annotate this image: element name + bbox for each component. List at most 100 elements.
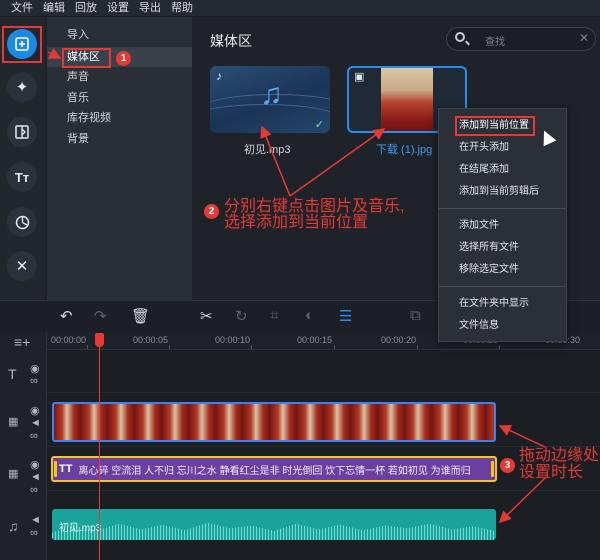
link-icon[interactable]: ∞	[30, 375, 38, 387]
highlight-box-add-current	[455, 116, 535, 136]
subnav-music[interactable]: 音乐	[47, 88, 192, 108]
clip-edge-handle-left[interactable]	[54, 461, 57, 477]
track-separator	[47, 446, 600, 447]
image-thumbnail	[381, 68, 433, 131]
highlight-box-1	[2, 26, 42, 63]
ruler-label: 00:00:05	[133, 335, 169, 345]
link-icon[interactable]: ∞	[30, 484, 38, 496]
video-track-icon: ▦	[8, 416, 19, 428]
text-icon[interactable]: Tт	[7, 162, 37, 192]
title-clip-text: 离心碎 空流泪 人不归 忘川之水 静看红尘是非 时光倒回 饮下忘情一杯 若如初见…	[78, 465, 471, 477]
media-item-audio[interactable]: ♪ ♫ ✓	[210, 66, 330, 133]
eye-icon[interactable]: ◉	[30, 404, 40, 417]
clock-icon[interactable]	[7, 207, 37, 237]
ruler-label: 00:00:00	[51, 335, 87, 345]
ctx-separator	[439, 286, 566, 287]
speaker-icon[interactable]: ◄	[30, 471, 41, 483]
link-icon[interactable]: ∞	[30, 430, 38, 442]
ctx-select-all[interactable]: 选择所有文件	[439, 238, 566, 258]
title-clip[interactable]: TT 离心碎 空流泪 人不归 忘川之水 静看红尘是非 时光倒回 饮下忘情一杯 若…	[51, 456, 497, 482]
menu-file[interactable]: 文件	[8, 0, 40, 17]
ctx-add-at-end[interactable]: 在结尾添加	[439, 160, 566, 180]
ruler-label: 00:00:20	[381, 335, 417, 345]
clear-icon[interactable]: ✕	[579, 31, 589, 45]
eye-icon[interactable]: ◉	[30, 362, 40, 375]
audio-clip[interactable]: 初见.mp3	[52, 509, 496, 540]
clip-edge-handle-right[interactable]	[491, 461, 494, 477]
menu-edit[interactable]: 编辑	[40, 0, 72, 17]
playhead-handle[interactable]	[95, 333, 104, 347]
subnav-stock-video[interactable]: 库存视频	[47, 108, 192, 128]
menu-settings[interactable]: 设置	[104, 0, 136, 17]
ctx-remove-selected[interactable]: 移除选定文件	[439, 260, 566, 280]
tools-icon[interactable]: ✕	[7, 251, 37, 281]
add-track-icon[interactable]: ≡+	[14, 334, 30, 350]
audio-clip-label: 初见.mp3	[59, 523, 102, 534]
ctx-add-after-clip[interactable]: 添加到当前剪辑后	[439, 182, 566, 202]
annotation-badge-2: 2	[204, 204, 219, 219]
ruler-tick	[499, 345, 500, 349]
check-icon: ✓	[314, 119, 324, 131]
annotation-badge-3: 3	[500, 458, 515, 473]
annotation-badge-1: 1	[116, 51, 131, 66]
speaker-icon[interactable]: ◄	[30, 417, 41, 429]
eye-icon[interactable]: ◉	[30, 458, 40, 471]
menu-export[interactable]: 导出	[136, 0, 168, 17]
ruler-label: 00:00:10	[215, 335, 251, 345]
track-separator	[47, 490, 600, 491]
clip-properties-icon[interactable]: ☰	[339, 307, 352, 325]
ruler-tick	[251, 345, 252, 349]
export-frame-icon[interactable]: ⧉	[410, 307, 421, 324]
subnav-import[interactable]: 导入	[47, 25, 192, 45]
tool-rail: ✦ Tт ✕	[0, 17, 45, 300]
redo-icon[interactable]: ↷	[94, 307, 107, 325]
ruler-tick	[87, 345, 88, 349]
ctx-file-info[interactable]: 文件信息	[439, 316, 566, 336]
undo-icon[interactable]: ↶	[60, 307, 73, 325]
subnav-sounds[interactable]: 声音	[47, 67, 192, 87]
playhead-line[interactable]	[99, 333, 100, 560]
search-placeholder: 查找	[485, 37, 505, 48]
magic-wand-icon[interactable]: ✦	[7, 72, 37, 102]
annotation-text-3-line2: 设置时长	[519, 464, 584, 481]
menu-help[interactable]: 帮助	[168, 0, 200, 17]
ctx-separator	[439, 208, 566, 209]
ctx-add-file[interactable]: 添加文件	[439, 216, 566, 236]
clock-glyph	[15, 215, 29, 229]
annotation-text-3-line1: 拖动边缘处	[519, 447, 600, 464]
search-field[interactable]: 查找 ✕	[446, 27, 596, 51]
track-separator	[47, 392, 600, 393]
crop-icon[interactable]: ⌗	[270, 307, 278, 324]
title-clip-icon: TT	[59, 463, 73, 475]
audio-waveform	[52, 522, 496, 540]
music-note-icon: ♪	[216, 69, 222, 83]
video-clip[interactable]	[52, 402, 496, 442]
ctx-show-in-folder[interactable]: 在文件夹中显示	[439, 294, 566, 314]
transition-icon[interactable]	[7, 117, 37, 147]
media-area-title: 媒体区	[210, 33, 252, 49]
title-track-icon: ▦	[8, 468, 19, 480]
video-editor-window: 文件 编辑 回放 设置 导出 帮助 ✦ Tт ✕ 导入 媒体区 声音 音乐 库存…	[0, 0, 600, 560]
music-note-large-icon: ♫	[260, 78, 283, 111]
ruler-tick	[334, 345, 335, 349]
search-icon	[455, 32, 465, 42]
media-item-audio-caption: 初见.mp3	[244, 144, 291, 156]
rotate-icon[interactable]: ↻	[235, 307, 248, 325]
menu-playback[interactable]: 回放	[72, 0, 104, 17]
speaker-icon[interactable]: ◄	[30, 514, 41, 526]
annotation-text-2-line2: 选择添加到当前位置	[224, 214, 369, 231]
ruler-label: 00:00:15	[297, 335, 333, 345]
text-track-icon: T	[8, 366, 17, 382]
cut-icon[interactable]: ✂	[200, 307, 213, 325]
media-item-image-caption: 下载 (1).jpg	[376, 144, 433, 156]
color-adjust-icon[interactable]: ◐	[305, 307, 314, 324]
highlight-box-media-bin	[62, 48, 111, 68]
link-icon[interactable]: ∞	[30, 527, 38, 539]
menu-bar: 文件 编辑 回放 设置 导出 帮助	[0, 0, 600, 17]
subnav-backgrounds[interactable]: 背景	[47, 129, 192, 149]
delete-icon[interactable]: 🗑	[131, 307, 150, 325]
ruler-tick	[417, 345, 418, 349]
ruler-tick	[169, 345, 170, 349]
transition-glyph	[15, 125, 29, 139]
image-icon: ▣	[354, 71, 365, 83]
